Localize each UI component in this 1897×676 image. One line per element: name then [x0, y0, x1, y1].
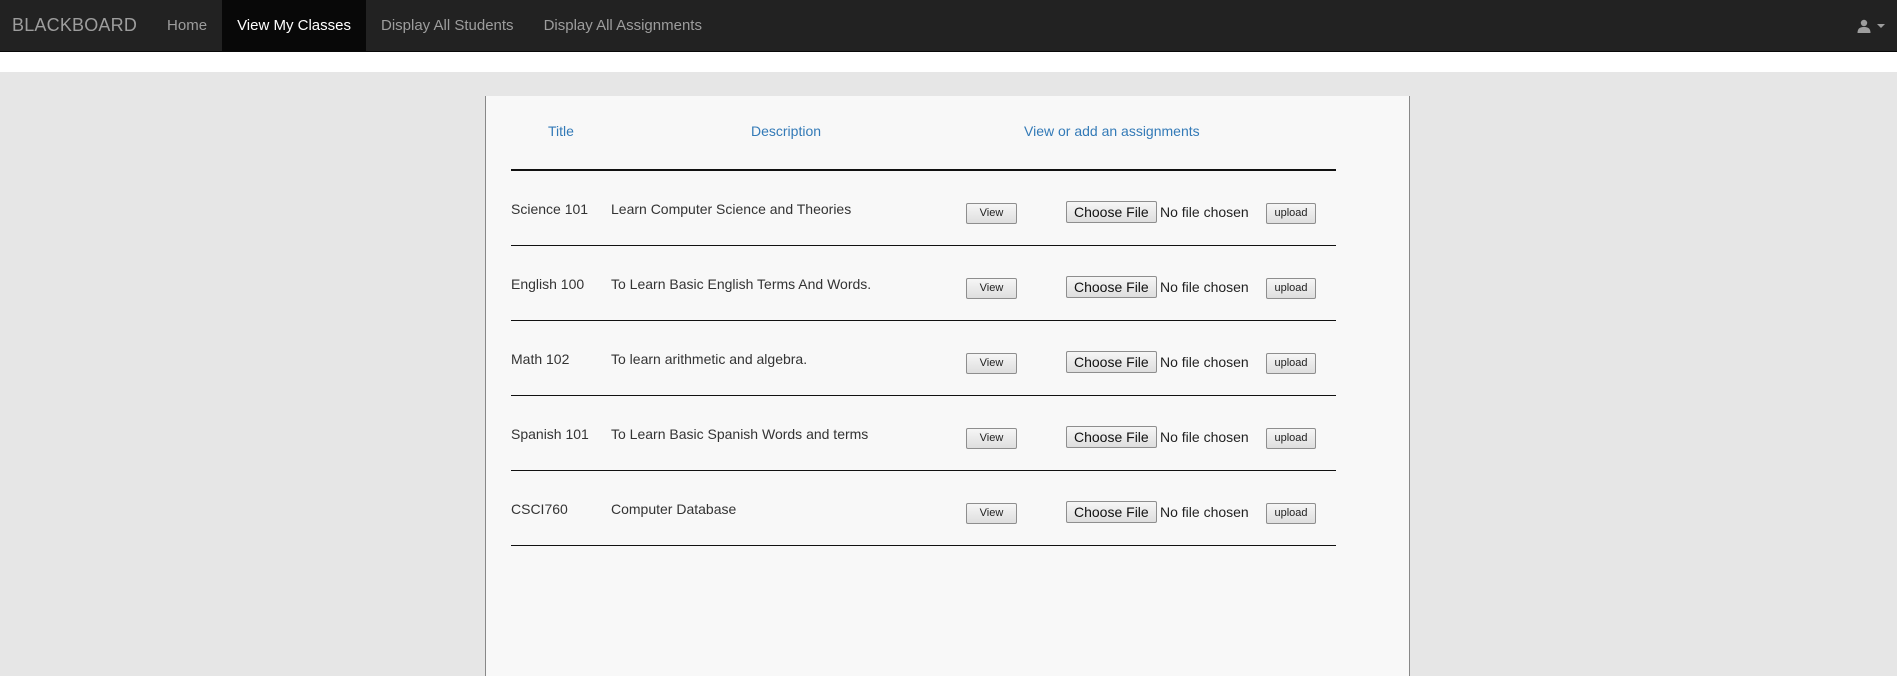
choose-file-button[interactable]: Choose File: [1066, 426, 1157, 448]
class-description: To learn arithmetic and algebra.: [611, 351, 808, 367]
table-row: Math 102 To learn arithmetic and algebra…: [511, 321, 1336, 396]
upload-button[interactable]: upload: [1266, 503, 1316, 524]
nav-home[interactable]: Home: [152, 0, 222, 51]
choose-file-button[interactable]: Choose File: [1066, 201, 1157, 223]
brand-logo[interactable]: BLACKBOARD: [0, 0, 152, 51]
class-title: Spanish 101: [511, 426, 589, 442]
user-icon: [1857, 19, 1871, 33]
class-description: Computer Database: [611, 501, 737, 517]
upload-button[interactable]: upload: [1266, 353, 1316, 374]
class-title: CSCI760: [511, 501, 568, 517]
file-status-text: No file chosen: [1160, 354, 1249, 370]
table-row: CSCI760 Computer Database View Choose Fi…: [511, 471, 1336, 546]
nav-display-all-assignments[interactable]: Display All Assignments: [529, 0, 717, 51]
nav-view-my-classes[interactable]: View My Classes: [222, 0, 366, 51]
view-button[interactable]: View: [966, 203, 1017, 224]
table-row: Spanish 101 To Learn Basic Spanish Words…: [511, 396, 1336, 471]
upload-button[interactable]: upload: [1266, 203, 1316, 224]
class-title: Math 102: [511, 351, 570, 367]
choose-file-button[interactable]: Choose File: [1066, 351, 1157, 373]
view-button[interactable]: View: [966, 353, 1017, 374]
class-description: Learn Computer Science and Theories: [611, 201, 852, 217]
file-status-text: No file chosen: [1160, 504, 1249, 520]
file-status-text: No file chosen: [1160, 429, 1249, 445]
classes-table: Title Description View or add an assignm…: [511, 96, 1336, 546]
header-spacer: [0, 52, 1897, 72]
nav-display-all-students[interactable]: Display All Students: [366, 0, 529, 51]
upload-button[interactable]: upload: [1266, 428, 1316, 449]
choose-file-button[interactable]: Choose File: [1066, 501, 1157, 523]
view-button[interactable]: View: [966, 278, 1017, 299]
top-navbar: BLACKBOARD Home View My Classes Display …: [0, 0, 1897, 52]
file-status-text: No file chosen: [1160, 204, 1249, 220]
chevron-down-icon: [1877, 24, 1885, 28]
user-menu-dropdown[interactable]: [1857, 0, 1885, 52]
header-assignments[interactable]: View or add an assignments: [1024, 123, 1200, 139]
choose-file-button[interactable]: Choose File: [1066, 276, 1157, 298]
class-description: To Learn Basic Spanish Words and terms: [611, 426, 869, 442]
classes-panel: Title Description View or add an assignm…: [485, 96, 1410, 676]
file-status-text: No file chosen: [1160, 279, 1249, 295]
view-button[interactable]: View: [966, 428, 1017, 449]
view-button[interactable]: View: [966, 503, 1017, 524]
table-header: Title Description View or add an assignm…: [511, 96, 1336, 171]
upload-button[interactable]: upload: [1266, 278, 1316, 299]
class-description: To Learn Basic English Terms And Words.: [611, 276, 872, 292]
class-title: English 100: [511, 276, 585, 292]
class-title: Science 101: [511, 201, 589, 217]
header-title[interactable]: Title: [548, 123, 574, 139]
table-row: Science 101 Learn Computer Science and T…: [511, 171, 1336, 246]
table-row: English 100 To Learn Basic English Terms…: [511, 246, 1336, 321]
header-description[interactable]: Description: [751, 123, 821, 139]
